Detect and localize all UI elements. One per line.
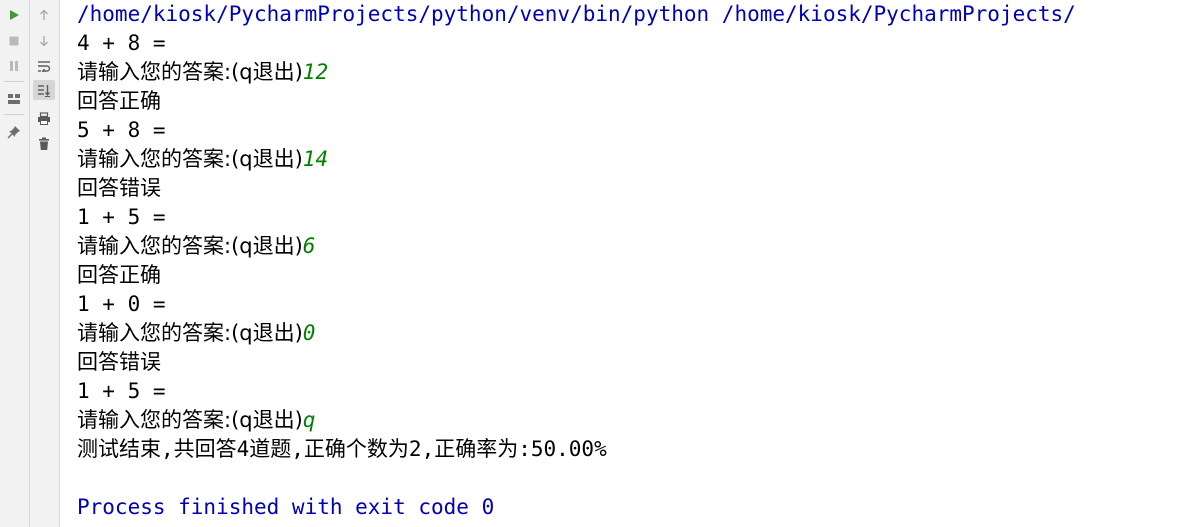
question-line: 1 + 5 = <box>77 379 166 403</box>
up-arrow-icon[interactable] <box>33 5 55 25</box>
summary-line: 测试结束,共回答4道题,正确个数为2,正确率为:50.00% <box>77 437 607 461</box>
stop-icon[interactable] <box>3 31 25 51</box>
prompt-text: 请输入您的答案:(q退出) <box>77 408 303 432</box>
question-line: 5 + 8 = <box>77 118 166 142</box>
toolbar-separator <box>4 114 24 115</box>
result-line: 回答错误 <box>77 176 161 200</box>
question-line: 4 + 8 = <box>77 31 166 55</box>
toolbar-separator <box>4 81 24 82</box>
layout-icon[interactable] <box>3 89 25 109</box>
prompt-line: 请输入您的答案:(q退出)12 <box>77 58 328 86</box>
result-line: 回答正确 <box>77 89 161 113</box>
print-icon[interactable] <box>33 108 55 128</box>
pause-icon[interactable] <box>3 56 25 76</box>
pin-icon[interactable] <box>3 122 25 142</box>
run-toolbar-left <box>0 0 30 527</box>
user-input: 14 <box>302 147 329 171</box>
prompt-line: 请输入您的答案:(q退出)6 <box>77 232 315 260</box>
run-icon[interactable] <box>3 5 25 25</box>
prompt-text: 请输入您的答案:(q退出) <box>77 147 303 171</box>
result-line: 回答错误 <box>77 350 161 374</box>
soft-wrap-icon[interactable] <box>33 56 55 76</box>
run-command-line: /home/kiosk/PycharmProjects/python/venv/… <box>77 2 1076 26</box>
prompt-line: 请输入您的答案:(q退出)14 <box>77 145 328 173</box>
exit-message: Process finished with exit code 0 <box>77 495 495 519</box>
down-arrow-icon[interactable] <box>33 31 55 51</box>
result-line: 回答正确 <box>77 263 161 287</box>
prompt-text: 请输入您的答案:(q退出) <box>77 60 303 84</box>
run-console-window: /home/kiosk/PycharmProjects/python/venv/… <box>0 0 1183 527</box>
question-line: 1 + 0 = <box>77 292 166 316</box>
prompt-text: 请输入您的答案:(q退出) <box>77 321 303 345</box>
user-input: q <box>302 408 316 432</box>
scroll-to-end-icon[interactable] <box>33 80 55 100</box>
prompt-line: 请输入您的答案:(q退出)q <box>77 406 315 434</box>
user-input: 6 <box>302 234 316 258</box>
trash-icon[interactable] <box>33 134 55 154</box>
console-output[interactable]: /home/kiosk/PycharmProjects/python/venv/… <box>60 0 1183 527</box>
prompt-line: 请输入您的答案:(q退出)0 <box>77 319 315 347</box>
prompt-text: 请输入您的答案:(q退出) <box>77 234 303 258</box>
user-input: 0 <box>302 321 316 345</box>
user-input: 12 <box>302 60 329 84</box>
run-toolbar-right <box>30 0 60 527</box>
question-line: 1 + 5 = <box>77 205 166 229</box>
